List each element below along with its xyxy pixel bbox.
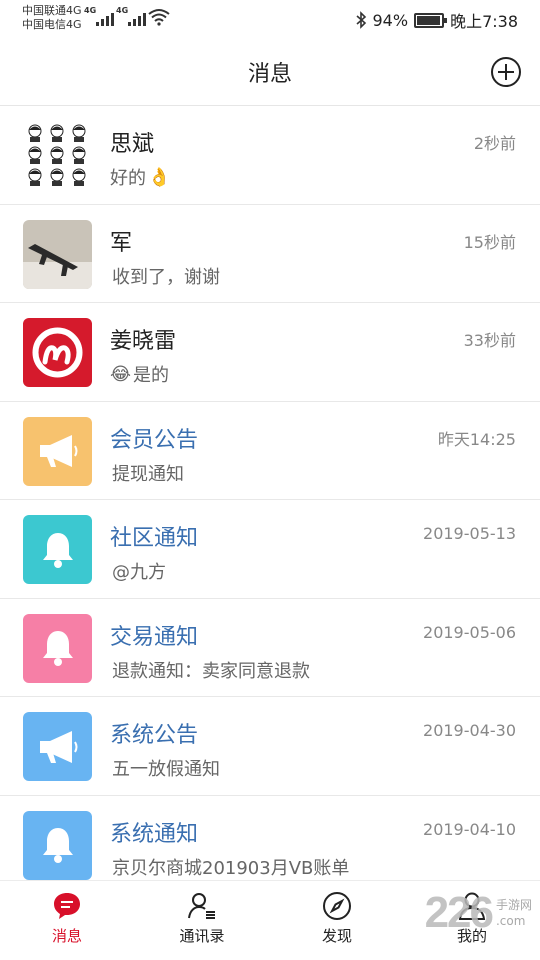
carrier-info: 中国联通4G 中国电信4G bbox=[22, 4, 82, 32]
conversation-message: 提现通知 bbox=[112, 463, 184, 485]
conversation-time: 2019-04-10 bbox=[423, 819, 516, 839]
watermark-text: 手游网 .com bbox=[496, 897, 532, 929]
bottom-nav: 消息 通讯录 发现 我的 226 手游网 .com bbox=[0, 880, 540, 960]
watermark: 226 手游网 .com bbox=[425, 888, 532, 938]
conversation-time: 15秒前 bbox=[463, 232, 516, 252]
conversation-name: 系统通知 bbox=[110, 821, 199, 847]
conversation-name: 会员公告 bbox=[110, 427, 199, 453]
page-title: 消息 bbox=[247, 62, 292, 87]
network-type-2: 4G bbox=[116, 6, 129, 15]
nav-item-discover[interactable]: 发现 bbox=[297, 887, 377, 946]
compass-icon bbox=[297, 887, 377, 925]
conversation-preview: 退款通知：卖家同意退款 bbox=[110, 657, 310, 683]
conversation-time: 2019-04-30 bbox=[423, 721, 516, 740]
conversation-message: 是的 bbox=[133, 365, 170, 386]
conversation-preview: 好的 👌 bbox=[110, 164, 170, 190]
emoji-icon: 👌 bbox=[148, 166, 171, 188]
battery-percent: 94% bbox=[372, 10, 409, 30]
watermark-number: 226 bbox=[424, 888, 494, 937]
conversation-name: 社区通知 bbox=[110, 526, 199, 551]
watermark-line1: 手游网 bbox=[495, 898, 532, 912]
contacts-icon bbox=[162, 887, 242, 925]
conversation-preview: 收到了，谢谢 bbox=[110, 263, 220, 289]
bluetooth-icon bbox=[355, 11, 366, 29]
conversation-row[interactable]: 会员公告 昨天14:25 提现通知 bbox=[0, 402, 540, 500]
conversation-message: 收到了，谢谢 bbox=[112, 266, 220, 288]
status-bar: 中国联通4G 中国电信4G 4G 4G 94% 晚上7:38 bbox=[0, 0, 540, 36]
bell-icon[interactable] bbox=[23, 515, 92, 584]
conversation-name: 姜晓雷 bbox=[110, 329, 177, 354]
conversation-name: 系统公告 bbox=[110, 723, 199, 748]
conversation-list: 思斌 2秒前好的 👌 军 15秒前收到了，谢谢 姜晓雷 33秒前 😂 是的会员公告 昨天14:25… bbox=[0, 106, 540, 894]
conversation-time: 2019-05-13 bbox=[423, 524, 516, 543]
conversation-message: 退款通知：卖家同意退款 bbox=[112, 660, 310, 682]
plus-circle-icon[interactable] bbox=[490, 56, 522, 88]
conversation-preview: 五一放假通知 bbox=[110, 755, 220, 781]
avatar[interactable] bbox=[23, 219, 92, 289]
status-right: 94% 晚上7:38 bbox=[355, 8, 518, 32]
conversation-time: 33秒前 bbox=[463, 331, 516, 350]
conversation-message: 五一放假通知 bbox=[112, 759, 220, 780]
nav-label-messages: 消息 bbox=[51, 927, 82, 945]
avatar[interactable] bbox=[23, 318, 92, 387]
emoji-icon: 😂 bbox=[110, 363, 132, 385]
megaphone-icon[interactable] bbox=[23, 712, 92, 781]
megaphone-icon[interactable] bbox=[23, 416, 92, 486]
bell-icon[interactable] bbox=[23, 810, 92, 880]
conversation-row[interactable]: 思斌 2秒前好的 👌 bbox=[0, 106, 540, 205]
battery-fill bbox=[417, 15, 440, 25]
conversation-message: 京贝尔商城201903月VB账单 bbox=[112, 857, 350, 879]
network-type-1: 4G bbox=[84, 6, 97, 15]
nav-label-discover: 发现 bbox=[321, 927, 352, 945]
conversation-time: 2019-05-06 bbox=[423, 622, 516, 642]
conversation-name: 军 bbox=[110, 230, 133, 256]
conversation-time: 2秒前 bbox=[473, 134, 516, 153]
conversation-name: 交易通知 bbox=[110, 624, 199, 650]
nav-label-contacts: 通讯录 bbox=[179, 927, 225, 945]
conversation-preview: @九方 bbox=[110, 558, 166, 584]
bell-icon[interactable] bbox=[23, 613, 92, 683]
battery-icon bbox=[414, 12, 448, 28]
conversation-time: 昨天14:25 bbox=[437, 429, 516, 449]
signal-icon: 4G bbox=[116, 6, 146, 26]
conversation-preview: 😂 是的 bbox=[110, 361, 169, 387]
conversation-row[interactable]: 系统公告 2019-04-30 五一放假通知 bbox=[0, 697, 540, 796]
watermark-line2: .com bbox=[495, 914, 526, 928]
conversation-row[interactable]: 姜晓雷 33秒前 😂 是的 bbox=[0, 303, 540, 402]
conversation-preview: 提现通知 bbox=[110, 460, 184, 486]
nav-item-messages[interactable]: 消息 bbox=[27, 887, 107, 946]
conversation-name: 思斌 bbox=[110, 132, 155, 157]
carrier-2: 中国电信4G bbox=[22, 18, 82, 31]
clock: 晚上7:38 bbox=[450, 12, 518, 31]
conversation-row[interactable]: 军 15秒前收到了，谢谢 bbox=[0, 205, 540, 303]
nav-item-contacts[interactable]: 通讯录 bbox=[162, 887, 242, 946]
carrier-1: 中国联通4G bbox=[22, 4, 82, 17]
conversation-message: 好的 bbox=[110, 168, 146, 189]
avatar[interactable] bbox=[23, 121, 92, 190]
conversation-preview: 京贝尔商城201903月VB账单 bbox=[110, 854, 349, 880]
header: 消息 bbox=[0, 36, 540, 106]
conversation-message: @九方 bbox=[112, 562, 166, 583]
conversation-row[interactable]: 社区通知 2019-05-13 @九方 bbox=[0, 500, 540, 599]
chat-bubble-icon bbox=[27, 887, 107, 925]
signal-icon: 4G bbox=[84, 6, 114, 26]
wifi-icon bbox=[148, 9, 170, 26]
conversation-row[interactable]: 交易通知 2019-05-06 退款通知：卖家同意退款 bbox=[0, 599, 540, 697]
